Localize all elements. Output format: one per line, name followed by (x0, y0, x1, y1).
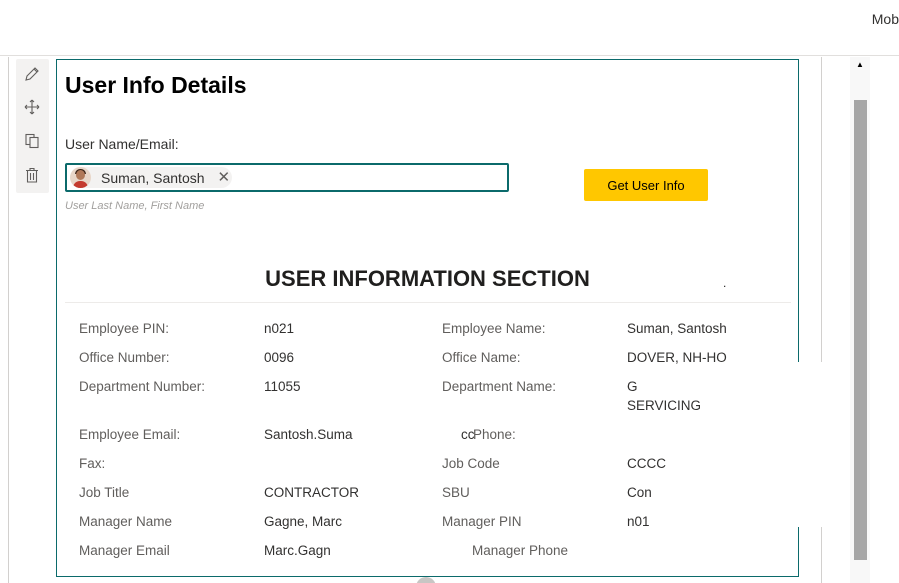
section-divider (65, 302, 791, 303)
office-number-value: 0096 (264, 350, 295, 365)
top-bar: Mob (0, 0, 899, 56)
webpart-toolbox (16, 59, 49, 193)
manager-name-value: Gagne, Marc (264, 514, 343, 529)
redaction-patch (790, 362, 823, 527)
employee-pin-value: n021 (264, 321, 295, 336)
copy-icon[interactable] (23, 132, 41, 150)
manager-email-label: Manager Email (79, 543, 170, 558)
vertical-scrollbar[interactable]: ▲ (850, 57, 870, 583)
employee-name-label: Employee Name: (442, 321, 546, 336)
department-name-value: G (627, 379, 638, 394)
manager-pin-label: Manager PIN (442, 514, 522, 529)
manager-phone-label: Manager Phone (472, 543, 569, 558)
department-name-label: Department Name: (442, 379, 557, 394)
sbu-value: Con (627, 485, 652, 500)
job-title-value: CONTRACTOR (264, 485, 360, 500)
people-picker-hint: User Last Name, First Name (65, 200, 205, 212)
manager-pin-value: n01 (627, 514, 650, 529)
phone-label: Phone: (473, 427, 516, 442)
employee-email-label: Employee Email: (79, 427, 181, 442)
job-title-label: Job Title (79, 485, 130, 500)
people-picker[interactable]: Suman, Santosh ✕ (65, 163, 509, 192)
department-number-label: Department Number: (79, 379, 206, 394)
sbu-label: SBU (442, 485, 470, 500)
user-info-webpart: User Info Details User Name/Email: Suman… (56, 59, 799, 577)
delete-icon[interactable] (23, 166, 41, 184)
remove-persona-icon[interactable]: ✕ (218, 170, 231, 185)
employee-name-value: Suman, Santosh (627, 321, 727, 336)
manager-email-value: Marc.Gagn (264, 543, 331, 558)
department-name-value-line2: SERVICING (627, 398, 702, 413)
job-code-value: CCCC (627, 456, 666, 471)
scrollbar-thumb[interactable] (854, 100, 867, 560)
persona-name: Suman, Santosh (101, 169, 205, 186)
manager-name-label: Manager Name (79, 514, 173, 529)
move-icon[interactable] (23, 98, 41, 116)
office-name-value: DOVER, NH-HO (627, 350, 727, 365)
get-user-info-button[interactable]: Get User Info (584, 169, 708, 201)
user-name-email-label: User Name/Email: (65, 136, 179, 152)
selected-persona[interactable]: Suman, Santosh ✕ (70, 167, 232, 188)
section-dot: . (723, 276, 727, 290)
edit-icon[interactable] (23, 65, 41, 83)
department-number-value: 11055 (264, 379, 301, 394)
fax-label: Fax: (79, 456, 106, 471)
employee-email-value: Santosh.Suma (264, 427, 353, 442)
canvas-left-border (8, 57, 9, 583)
webpart-title: User Info Details (65, 72, 247, 98)
office-name-label: Office Name: (442, 350, 521, 365)
user-display[interactable]: Mob (872, 11, 899, 27)
section-resize-handle[interactable] (416, 577, 436, 583)
section-title: USER INFORMATION SECTION (265, 266, 590, 291)
employee-pin-label: Employee PIN: (79, 321, 170, 336)
avatar (70, 167, 91, 188)
office-number-label: Office Number: (79, 350, 170, 365)
job-code-label: Job Code (442, 456, 500, 471)
scroll-up-icon[interactable]: ▲ (856, 60, 864, 69)
